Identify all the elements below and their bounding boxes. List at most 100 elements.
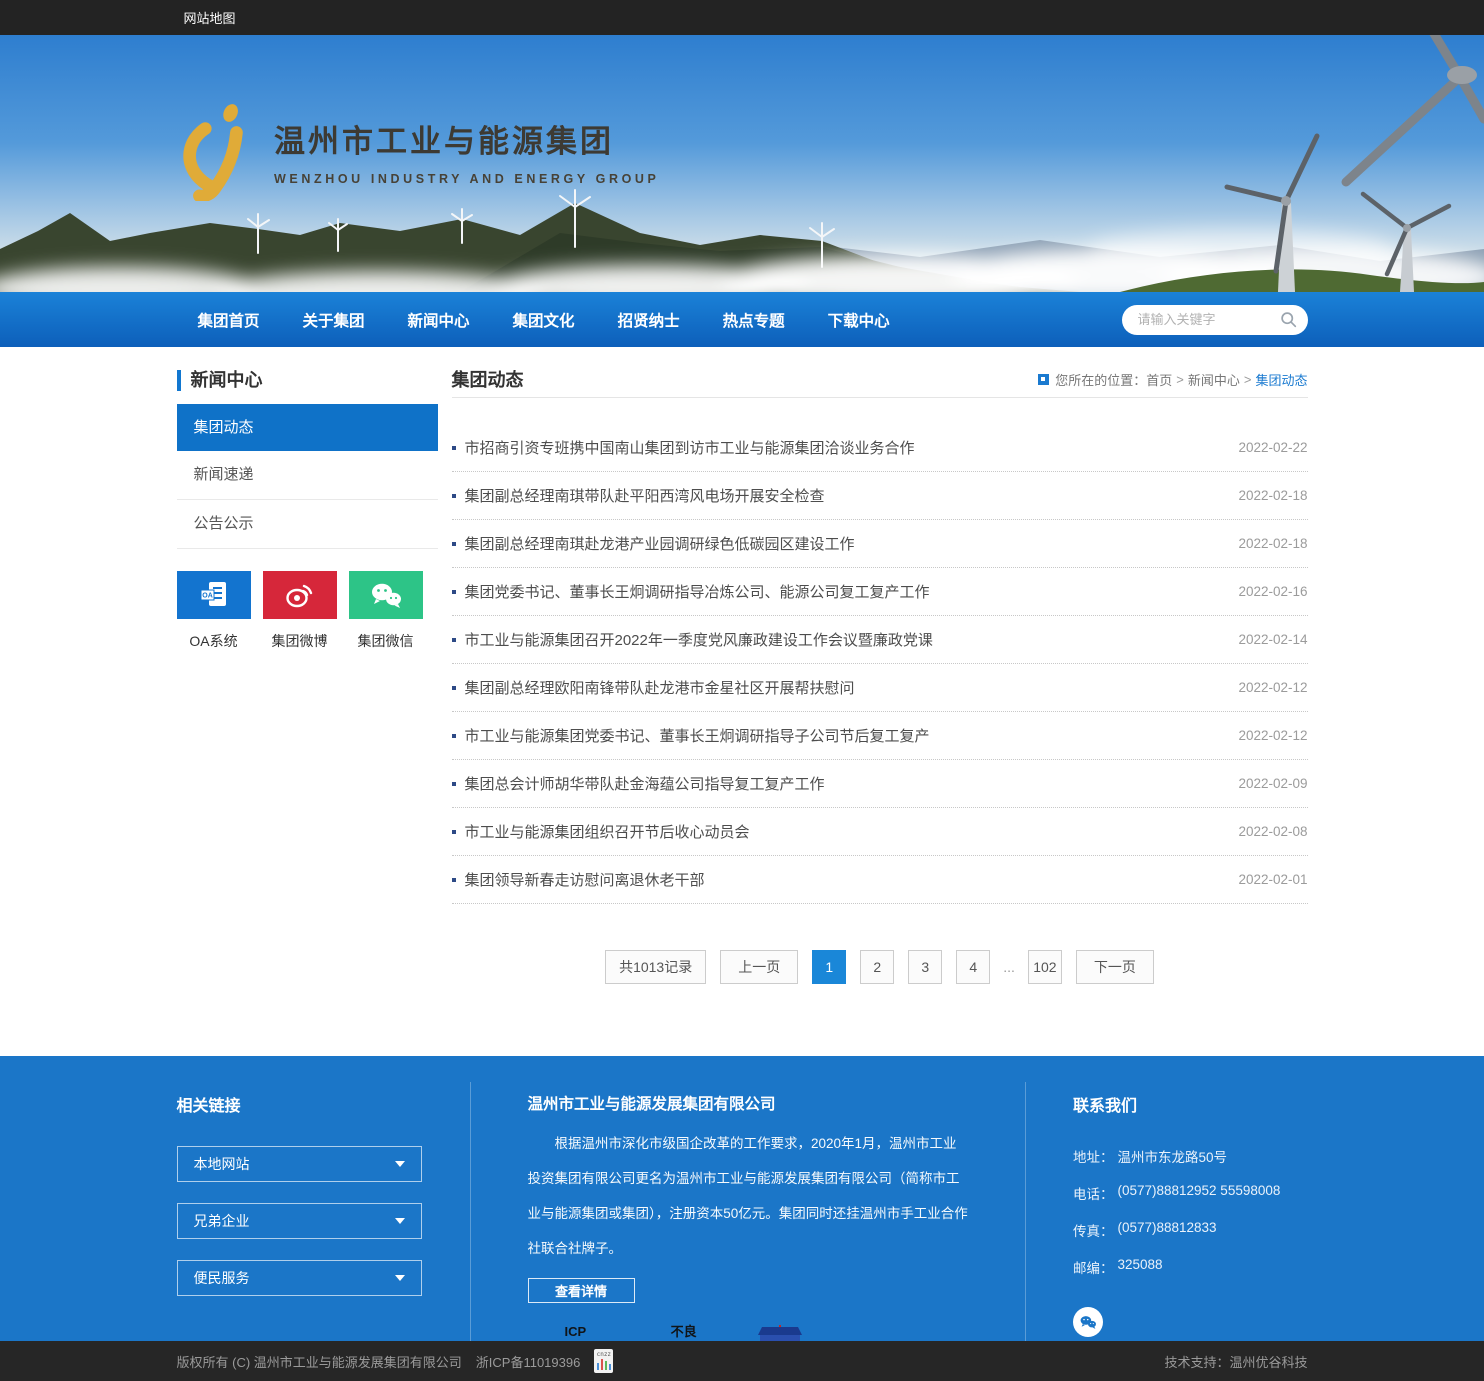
breadcrumb-marker-icon <box>1038 374 1049 385</box>
wechat-link[interactable]: 集团微信 <box>349 571 423 651</box>
icp-license-badge[interactable]: ICP 经营 许可证 <box>528 1321 599 1341</box>
brand-name-en: WENZHOU INDUSTRY AND ENERGY GROUP <box>274 172 660 186</box>
sidebar-item-group-news[interactable]: 集团动态 <box>177 404 438 451</box>
breadcrumb-home[interactable]: 首页 <box>1146 370 1172 389</box>
search-box <box>1122 305 1308 335</box>
weibo-link[interactable]: 集团微博 <box>263 571 337 651</box>
main-content: 新闻中心 集团动态 新闻速递 公告公示 OA <box>0 347 1484 1056</box>
weibo-icon <box>283 578 317 612</box>
news-link[interactable]: 市工业与能源集团党委书记、董事长王炯调研指导子公司节后复工复产 <box>452 725 930 746</box>
page-button-3[interactable]: 3 <box>908 950 942 984</box>
fax-value: (0577)88812833 <box>1117 1220 1216 1240</box>
sitemap-link[interactable]: 网站地图 <box>184 8 236 27</box>
page-title: 集团动态 <box>452 366 524 392</box>
breadcrumb-section[interactable]: 新闻中心 <box>1188 370 1240 389</box>
company-full-name: 温州市工业与能源发展集团有限公司 <box>528 1092 969 1114</box>
news-row: 集团总会计师胡华带队赴金海蕴公司指导复工复产工作 2022-02-09 <box>452 760 1308 808</box>
address-value: 温州市东龙路50号 <box>1117 1146 1227 1166</box>
page-button-1[interactable]: 1 <box>812 950 846 984</box>
related-links-title: 相关链接 <box>177 1092 421 1116</box>
news-link[interactable]: 集团副总经理南琪带队赴平阳西湾风电场开展安全检查 <box>452 485 825 506</box>
chevron-down-icon <box>395 1161 405 1167</box>
fax-label: 传真： <box>1073 1220 1114 1240</box>
breadcrumb-separator: > <box>1244 372 1252 387</box>
news-date: 2022-02-12 <box>1238 680 1307 695</box>
copyright-text: 版权所有 (C) 温州市工业与能源发展集团有限公司 <box>177 1352 462 1371</box>
local-sites-dropdown[interactable]: 本地网站 <box>177 1146 422 1182</box>
cnzz-stats-icon[interactable]: cnzz <box>594 1349 613 1373</box>
prev-page-button[interactable]: 上一页 <box>720 950 798 984</box>
nav-item-download[interactable]: 下载中心 <box>828 309 890 331</box>
main-nav: 集团首页 关于集团 新闻中心 集团文化 招贤纳士 热点专题 下载中心 <box>0 292 1484 347</box>
news-date: 2022-02-16 <box>1238 584 1307 599</box>
news-date: 2022-02-18 <box>1238 536 1307 551</box>
page-button-4[interactable]: 4 <box>956 950 990 984</box>
zip-label: 邮编： <box>1073 1257 1114 1277</box>
company-description: 根据温州市深化市级国企改革的工作要求，2020年1月，温州市工业投资集团有限公司… <box>528 1126 969 1266</box>
news-row: 集团副总经理南琪带队赴平阳西湾风电场开展安全检查 2022-02-18 <box>452 472 1308 520</box>
view-details-button[interactable]: 查看详情 <box>528 1278 635 1303</box>
bad-info-report-badge[interactable]: 不良信息 举报中心 <box>633 1321 702 1341</box>
news-link[interactable]: 集团副总经理南琪赴龙港产业园调研绿色低碳园区建设工作 <box>452 533 855 554</box>
sidebar-item-news-express[interactable]: 新闻速递 <box>177 451 438 500</box>
oa-document-icon: OA <box>197 578 231 612</box>
nav-item-home[interactable]: 集团首页 <box>198 309 260 331</box>
footer-wechat-button[interactable] <box>1073 1307 1103 1337</box>
sister-companies-label: 兄弟企业 <box>194 1211 250 1231</box>
news-row: 市工业与能源集团党委书记、董事长王炯调研指导子公司节后复工复产 2022-02-… <box>452 712 1308 760</box>
nav-item-recruit[interactable]: 招贤纳士 <box>618 309 680 331</box>
company-logo[interactable]: 温州市工业与能源集团 WENZHOU INDUSTRY AND ENERGY G… <box>176 101 660 201</box>
phone-label: 电话： <box>1073 1183 1114 1203</box>
public-services-dropdown[interactable]: 便民服务 <box>177 1260 422 1296</box>
icp-badge-line1: ICP 经营 <box>564 1321 598 1341</box>
footer-about-column: 温州市工业与能源发展集团有限公司 根据温州市深化市级国企改革的工作要求，2020… <box>471 1082 1026 1341</box>
page-button-102[interactable]: 102 <box>1028 950 1062 984</box>
sidebar-title: 新闻中心 <box>177 370 438 391</box>
news-row: 集团副总经理南琪赴龙港产业园调研绿色低碳园区建设工作 2022-02-18 <box>452 520 1308 568</box>
wechat-icon <box>1078 1313 1098 1331</box>
chevron-down-icon <box>395 1218 405 1224</box>
oa-system-label: OA系统 <box>177 631 251 651</box>
news-row: 集团领导新春走访慰问离退休老干部 2022-02-01 <box>452 856 1308 904</box>
sidebar: 新闻中心 集团动态 新闻速递 公告公示 OA <box>177 361 438 984</box>
record-count: 共1013记录 <box>605 950 706 984</box>
contact-fax: 传真： (0577)88812833 <box>1073 1220 1308 1240</box>
sidebar-quick-links: OA OA系统 集团微博 <box>177 571 438 651</box>
news-link[interactable]: 集团党委书记、董事长王炯调研指导冶炼公司、能源公司复工复产工作 <box>452 581 930 602</box>
news-link[interactable]: 市招商引资专班携中国南山集团到访市工业与能源集团洽谈业务合作 <box>452 437 915 458</box>
page-button-2[interactable]: 2 <box>860 950 894 984</box>
news-row: 市工业与能源集团组织召开节后收心动员会 2022-02-08 <box>452 808 1308 856</box>
weibo-label: 集团微博 <box>263 631 337 651</box>
nav-item-culture[interactable]: 集团文化 <box>513 309 575 331</box>
news-link[interactable]: 集团副总经理欧阳南锋带队赴龙港市金星社区开展帮扶慰问 <box>452 677 855 698</box>
nav-item-news[interactable]: 新闻中心 <box>408 309 470 331</box>
sister-companies-dropdown[interactable]: 兄弟企业 <box>177 1203 422 1239</box>
next-page-button[interactable]: 下一页 <box>1076 950 1154 984</box>
phone-value: (0577)88812952 55598008 <box>1117 1183 1280 1203</box>
rumor-report-badge[interactable]: 温州辟谣举报网 <box>736 1325 935 1341</box>
news-link[interactable]: 集团领导新春走访慰问离退休老干部 <box>452 869 705 890</box>
search-input[interactable] <box>1136 311 1280 328</box>
topbar: 网站地图 <box>0 0 1484 35</box>
public-services-label: 便民服务 <box>194 1268 250 1288</box>
chevron-down-icon <box>395 1275 405 1281</box>
news-date: 2022-02-22 <box>1238 440 1307 455</box>
breadcrumb-current[interactable]: 集团动态 <box>1255 370 1307 389</box>
pagination: 共1013记录 上一页 1 2 3 4 ... 102 下一页 <box>452 950 1308 984</box>
logo-mark-icon <box>176 101 254 201</box>
tech-support-text: 技术支持：温州优谷科技 <box>1164 1352 1307 1371</box>
news-row: 市招商引资专班携中国南山集团到访市工业与能源集团洽谈业务合作 2022-02-2… <box>452 424 1308 472</box>
news-date: 2022-02-08 <box>1238 824 1307 839</box>
nav-item-topics[interactable]: 热点专题 <box>723 309 785 331</box>
footer-links-column: 相关链接 本地网站 兄弟企业 便民服务 <box>177 1082 471 1341</box>
oa-system-link[interactable]: OA OA系统 <box>177 571 251 651</box>
wechat-label: 集团微信 <box>349 631 423 651</box>
police-kiosk-icon <box>736 1325 806 1341</box>
news-link[interactable]: 市工业与能源集团召开2022年一季度党风廉政建设工作会议暨廉政党课 <box>452 629 933 650</box>
breadcrumb: 您所在的位置： 首页 > 新闻中心 > 集团动态 <box>1038 370 1307 389</box>
nav-item-about[interactable]: 关于集团 <box>303 309 365 331</box>
news-link[interactable]: 市工业与能源集团组织召开节后收心动员会 <box>452 821 750 842</box>
news-link[interactable]: 集团总会计师胡华带队赴金海蕴公司指导复工复产工作 <box>452 773 825 794</box>
sidebar-item-announcements[interactable]: 公告公示 <box>177 500 438 549</box>
search-icon[interactable] <box>1280 311 1297 328</box>
